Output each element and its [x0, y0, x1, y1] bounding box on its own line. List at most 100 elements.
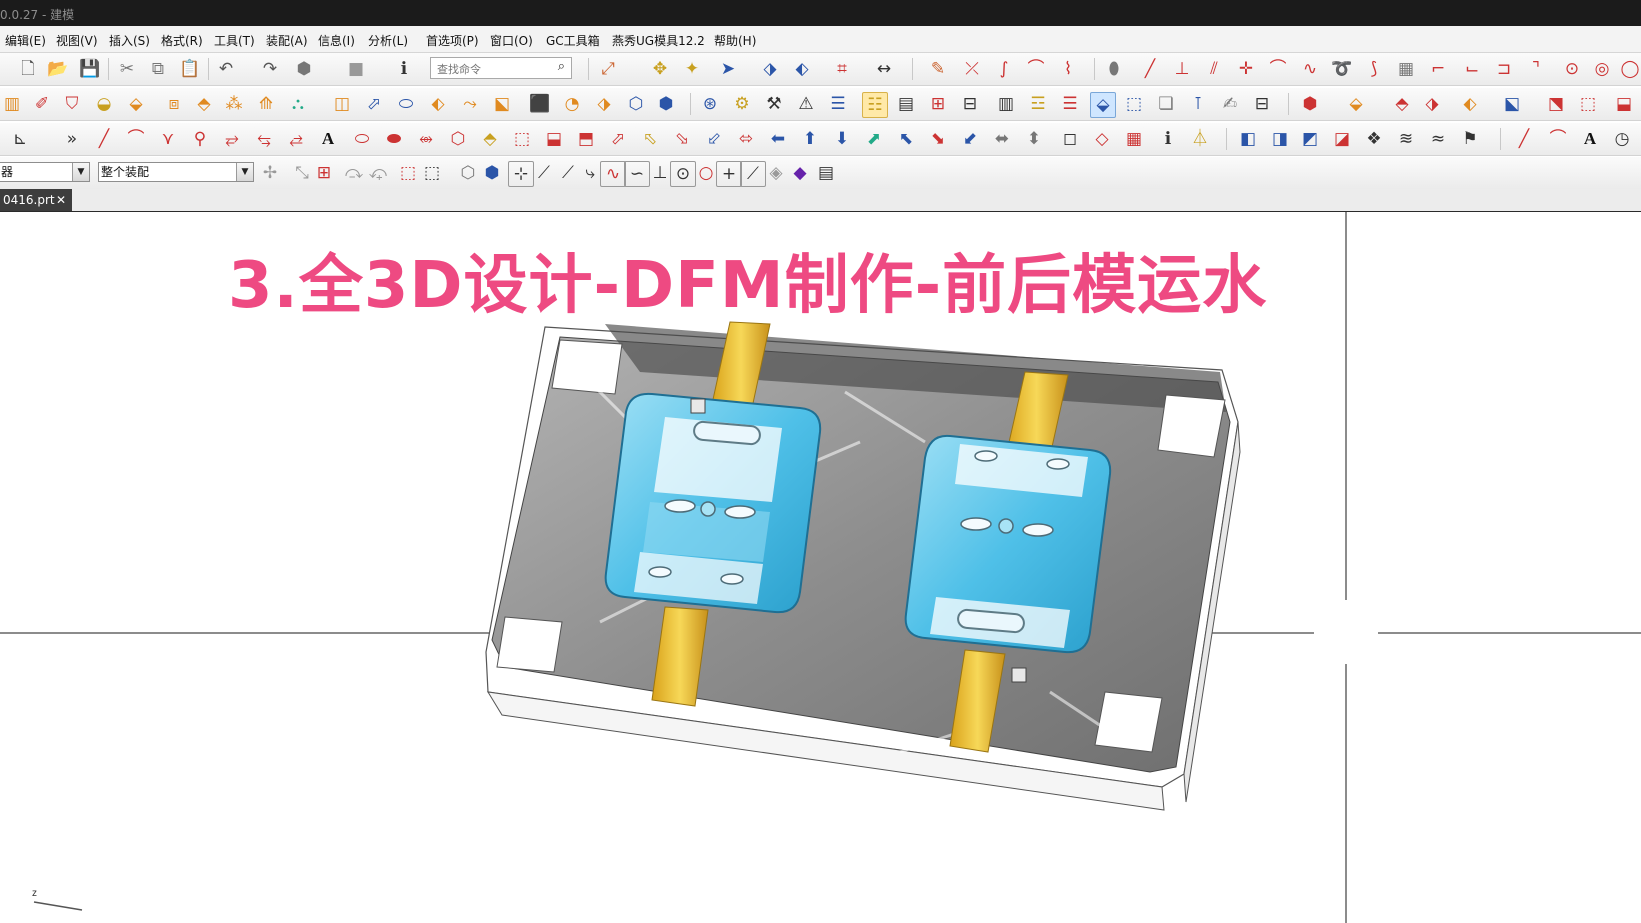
core-cavity-icon[interactable]: ⛉: [60, 92, 84, 116]
layer-icon[interactable]: ☰: [826, 92, 850, 116]
menu-info[interactable]: 信息(I): [318, 32, 355, 49]
insert-icon[interactable]: ◫: [330, 92, 354, 116]
type-filter-dropdown[interactable]: 器 ▼: [0, 162, 90, 182]
cube-icon[interactable]: ⬙: [1090, 92, 1116, 118]
active-mode-icon[interactable]: ☷: [862, 92, 888, 118]
selection-filter-icon[interactable]: ✦: [680, 57, 704, 81]
box-icon[interactable]: ⬢: [654, 92, 678, 116]
draft-analysis-icon[interactable]: ⚒: [762, 92, 786, 116]
delete-face-icon[interactable]: ⬘: [1390, 92, 1414, 116]
thicken-icon[interactable]: ⬒: [574, 127, 598, 151]
menu-format[interactable]: 格式(R): [161, 32, 203, 49]
copy-icon[interactable]: ⧉: [146, 57, 170, 81]
solid-edit-icon[interactable]: ⬢: [1298, 92, 1322, 116]
move-object-icon[interactable]: ➤: [716, 57, 740, 81]
general-selection-icon[interactable]: ✢: [258, 161, 282, 185]
stack-icon[interactable]: ☲: [1026, 92, 1050, 116]
runner-icon[interactable]: ⤳: [458, 92, 482, 116]
display-mode-icon[interactable]: ■: [344, 57, 368, 81]
resize-icon[interactable]: ⬚: [1576, 92, 1600, 116]
curve-network-icon[interactable]: ⟆: [1362, 57, 1386, 81]
line-tool-icon[interactable]: ╱: [92, 127, 116, 151]
standard-parts-icon[interactable]: ⁂: [222, 92, 246, 116]
bracket-icon[interactable]: ⊺: [1186, 92, 1210, 116]
table-icon[interactable]: ⊟: [1250, 92, 1274, 116]
redo-icon[interactable]: ↷: [258, 57, 282, 81]
surface-wave-icon[interactable]: ≋: [1394, 127, 1418, 151]
list-icon[interactable]: ☰: [1058, 92, 1082, 116]
lasso-icon[interactable]: ⬚: [396, 161, 420, 185]
patch-icon[interactable]: ⬚: [510, 127, 534, 151]
snap-on-face-icon[interactable]: ◈: [764, 161, 788, 185]
surface-flow-icon[interactable]: ≈: [1426, 127, 1450, 151]
trim-body-icon[interactable]: ⬗: [592, 92, 616, 116]
drawing-icon[interactable]: ⊞: [926, 92, 950, 116]
snap-center-icon[interactable]: ⊙: [670, 161, 696, 187]
point-icon[interactable]: ✛: [1234, 57, 1258, 81]
circle-tool-icon[interactable]: ⚲: [188, 127, 212, 151]
law-extension-icon[interactable]: ⬄: [734, 127, 758, 151]
snap-existing-point-icon[interactable]: +: [716, 161, 742, 187]
hole-icon[interactable]: ⬮: [1102, 57, 1126, 81]
snap-curve-icon[interactable]: ∿: [600, 161, 626, 187]
project-curve-icon[interactable]: ⥂: [220, 127, 244, 151]
check-wall-icon[interactable]: ⚠: [794, 92, 818, 116]
styled-blend-icon[interactable]: ⬋: [958, 127, 982, 151]
snap-intersection-icon[interactable]: ⤷: [578, 161, 602, 185]
sketch-arc-icon[interactable]: ⌒: [1546, 127, 1570, 151]
transform-icon[interactable]: ⬗: [758, 57, 782, 81]
through-curves-icon[interactable]: ⬭: [350, 127, 374, 151]
bounded-plane-icon[interactable]: ⬘: [478, 127, 502, 151]
spline-icon[interactable]: ∿: [1298, 57, 1322, 81]
parting-icon[interactable]: ✐: [30, 92, 54, 116]
menu-view[interactable]: 视图(V): [56, 32, 98, 49]
assembly-icon[interactable]: ⬚: [1122, 92, 1146, 116]
match-edge-icon[interactable]: ⬉: [894, 127, 918, 151]
surface-icon[interactable]: ◒: [92, 92, 116, 116]
sew-icon[interactable]: ⬓: [542, 127, 566, 151]
split-body-icon[interactable]: ⬃: [702, 127, 726, 151]
slider-icon[interactable]: ⛬: [286, 92, 310, 116]
overflow-chevron-icon[interactable]: »: [60, 127, 84, 151]
menu-yanxiu-mold[interactable]: 燕秀UG模具12.2: [612, 32, 705, 49]
menu-gc-toolbox[interactable]: GC工具箱: [546, 32, 600, 49]
snap-midpoint-icon[interactable]: ⟋: [532, 161, 556, 185]
circle-icon[interactable]: ⊙: [1560, 57, 1584, 81]
face-blend-icon[interactable]: ⬊: [926, 127, 950, 151]
fillet-curve-icon[interactable]: ⌐: [1426, 57, 1450, 81]
snap-grid-icon[interactable]: ▤: [814, 161, 838, 185]
axis-icon[interactable]: ⊥: [1170, 57, 1194, 81]
undo-icon[interactable]: ↶: [214, 57, 238, 81]
global-shaping-icon[interactable]: ⬈: [862, 127, 886, 151]
studio-spline-icon[interactable]: ⋎: [156, 127, 180, 151]
edit-icon[interactable]: ✍: [1218, 92, 1242, 116]
cone-icon[interactable]: ⏃: [1188, 127, 1212, 151]
ejector-pin-icon[interactable]: ⟰: [254, 92, 278, 116]
repeat-command-icon[interactable]: ⬢: [292, 57, 316, 81]
ruled-surface-icon[interactable]: ⬬: [382, 127, 406, 151]
bill-of-materials-icon[interactable]: ▤: [894, 92, 918, 116]
table-grid-icon[interactable]: ▦: [1122, 127, 1146, 151]
menu-preferences[interactable]: 首选项(P): [426, 32, 479, 49]
corner-icon[interactable]: ⌝: [1524, 57, 1548, 81]
menu-assembly[interactable]: 装配(A): [266, 32, 308, 49]
menu-help[interactable]: 帮助(H): [714, 32, 756, 49]
silhouette-flange-icon[interactable]: ⬍: [1022, 127, 1046, 151]
styled-corner-icon[interactable]: ⬌: [990, 127, 1014, 151]
line-icon[interactable]: ╱: [1138, 57, 1162, 81]
close-icon[interactable]: ✕: [56, 189, 66, 211]
selection-scope-dropdown[interactable]: 整个装配 ▼: [98, 162, 254, 182]
deselect-icon[interactable]: ⤽: [366, 161, 390, 185]
columns-icon[interactable]: ▥: [994, 92, 1018, 116]
replace-face-icon[interactable]: ⬗: [1420, 92, 1444, 116]
bridge-curve-icon[interactable]: ⌇: [1056, 57, 1080, 81]
snap-quadrant-icon[interactable]: ○: [694, 161, 718, 185]
snap-on-curve-icon[interactable]: ⟋: [740, 161, 766, 187]
add-selection-icon[interactable]: ⊞: [312, 161, 336, 185]
new-file-icon[interactable]: 🗋: [16, 57, 40, 81]
settings-gear-icon[interactable]: ⚙: [730, 92, 754, 116]
menu-edit[interactable]: 编辑(E): [5, 32, 46, 49]
rectangle-select-icon[interactable]: ⬚: [420, 161, 444, 185]
menu-window[interactable]: 窗口(O): [490, 32, 533, 49]
sketch-icon[interactable]: ✎: [926, 57, 950, 81]
